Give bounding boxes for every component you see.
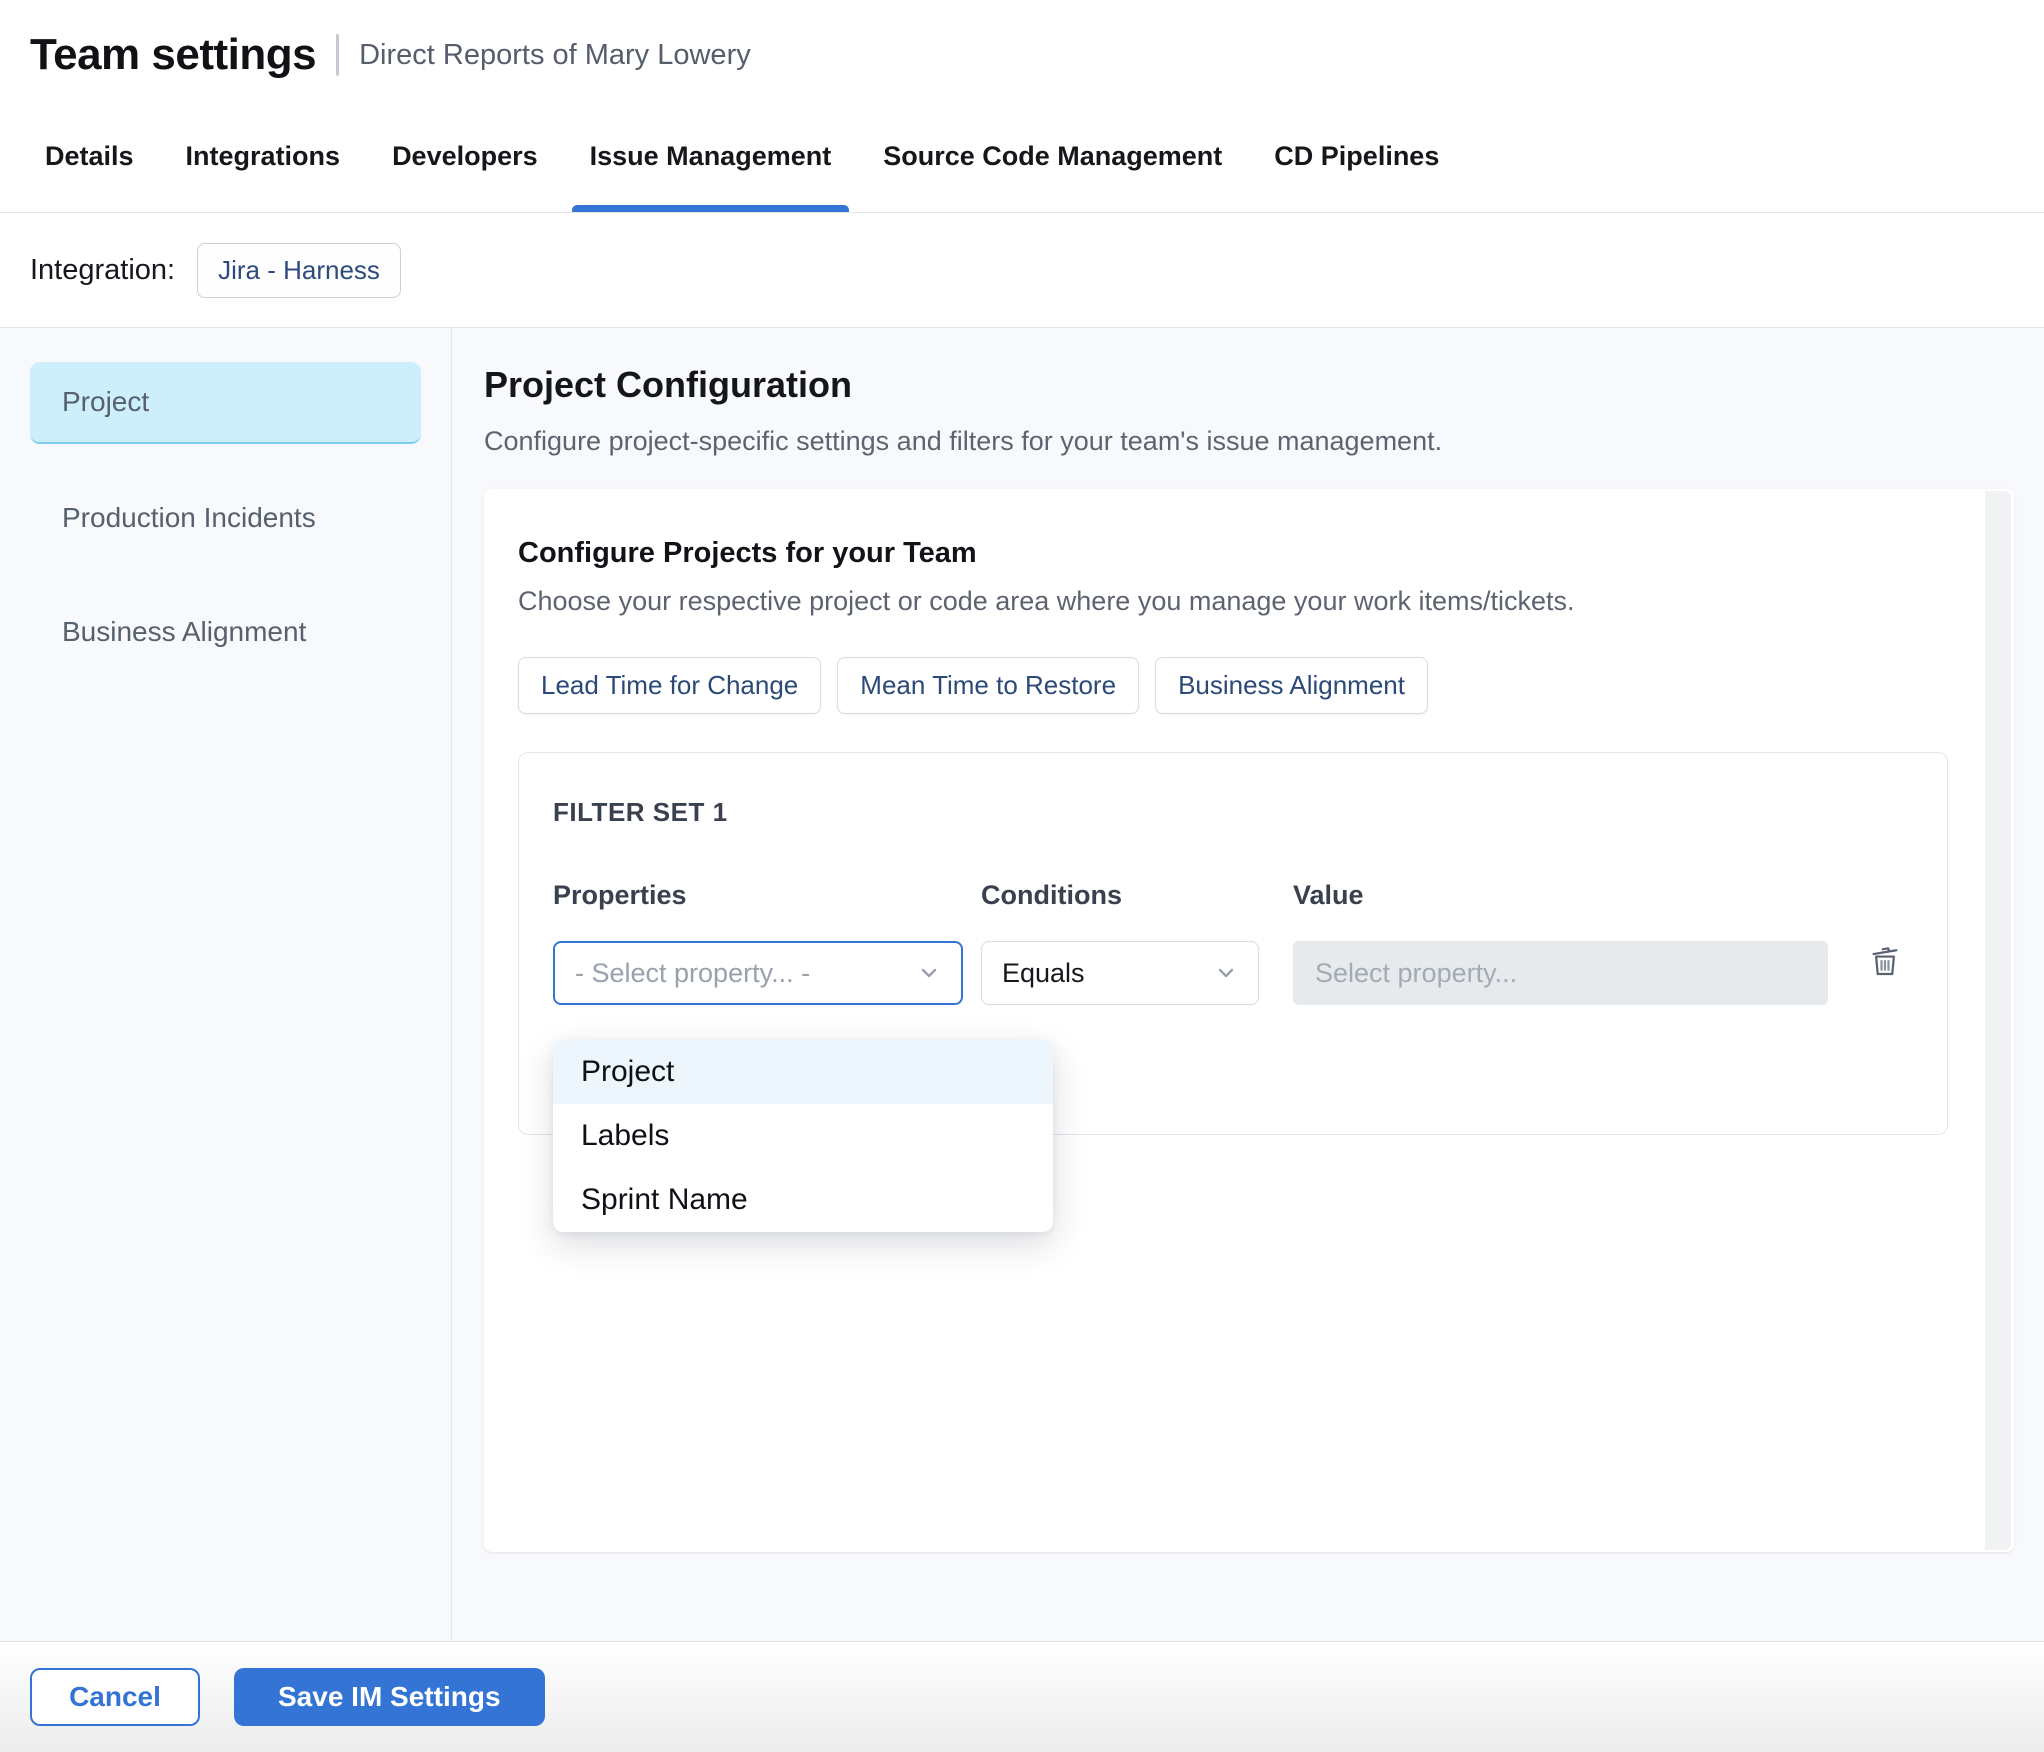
main-band: Project Production Incidents Business Al… [0, 328, 2044, 1641]
card-scrollbar-track[interactable] [1985, 491, 2011, 1550]
value-input[interactable] [1293, 941, 1828, 1005]
property-dropdown-menu: Project Labels Sprint Name [553, 1040, 1053, 1232]
tab-bar: Details Integrations Developers Issue Ma… [0, 100, 2044, 213]
card-description: Choose your respective project or code a… [518, 586, 1575, 616]
content-area: Project Configuration Configure project-… [452, 328, 2044, 1641]
dropdown-option-labels[interactable]: Labels [553, 1104, 1053, 1168]
conditions-column-header: Conditions [981, 880, 1122, 910]
page-subtitle: Direct Reports of Mary Lowery [359, 38, 751, 71]
footer-bar: Cancel Save IM Settings [0, 1641, 2044, 1752]
page-header: Team settings Direct Reports of Mary Low… [0, 0, 2044, 100]
sidebar-item-production-incidents[interactable]: Production Incidents [30, 478, 421, 558]
tab-issue-management[interactable]: Issue Management [571, 100, 849, 212]
sidebar-item-project[interactable]: Project [30, 362, 421, 444]
section-description: Configure project-specific settings and … [484, 426, 1443, 456]
tab-source-code-management[interactable]: Source Code Management [883, 100, 1222, 212]
section-title: Project Configuration [484, 364, 852, 405]
properties-column-header: Properties [553, 880, 687, 910]
filter-row: Properties - Select property... - Projec… [553, 880, 1913, 1232]
tab-developers[interactable]: Developers [392, 100, 538, 212]
tab-integrations[interactable]: Integrations [186, 100, 341, 212]
chip-mean-time-to-restore[interactable]: Mean Time to Restore [837, 657, 1140, 714]
page-title: Team settings [30, 30, 317, 79]
metric-chip-row: Lead Time for Change Mean Time to Restor… [518, 657, 1948, 714]
filter-set-title: FILTER SET 1 [553, 797, 728, 827]
property-select-placeholder: - Select property... - [575, 957, 811, 988]
condition-select[interactable]: Equals [981, 941, 1259, 1005]
configure-projects-card: Configure Projects for your Team Choose … [484, 489, 2014, 1552]
save-im-settings-button[interactable]: Save IM Settings [234, 1668, 545, 1726]
value-column-header: Value [1293, 880, 1364, 910]
condition-select-value: Equals [1002, 957, 1085, 988]
card-title: Configure Projects for your Team [518, 537, 977, 569]
dropdown-option-sprint-name[interactable]: Sprint Name [553, 1168, 1053, 1232]
chip-lead-time-for-change[interactable]: Lead Time for Change [518, 657, 822, 714]
chip-business-alignment[interactable]: Business Alignment [1155, 657, 1428, 714]
property-select[interactable]: - Select property... - [553, 941, 963, 1005]
chevron-down-icon [921, 968, 937, 978]
settings-sidebar: Project Production Incidents Business Al… [0, 328, 452, 1641]
title-divider [336, 34, 340, 76]
trash-icon [1872, 947, 1898, 976]
filter-set-1: FILTER SET 1 Properties - Select propert… [518, 752, 1948, 1232]
delete-filter-button[interactable] [1866, 932, 1904, 983]
value-column: Value [1293, 880, 1828, 1005]
cancel-button[interactable]: Cancel [30, 1668, 200, 1726]
tab-details[interactable]: Details [45, 100, 134, 212]
properties-column: Properties - Select property... - Projec… [553, 880, 1053, 1232]
integration-chip[interactable]: Jira - Harness [197, 242, 401, 298]
sidebar-item-business-alignment[interactable]: Business Alignment [30, 592, 421, 672]
chevron-down-icon [1218, 968, 1234, 978]
tab-cd-pipelines[interactable]: CD Pipelines [1274, 100, 1439, 212]
integration-label: Integration: [30, 253, 176, 286]
dropdown-option-project[interactable]: Project [553, 1040, 1053, 1104]
integration-row: Integration: Jira - Harness [0, 213, 2044, 328]
conditions-column: Conditions Equals [981, 880, 1259, 1005]
